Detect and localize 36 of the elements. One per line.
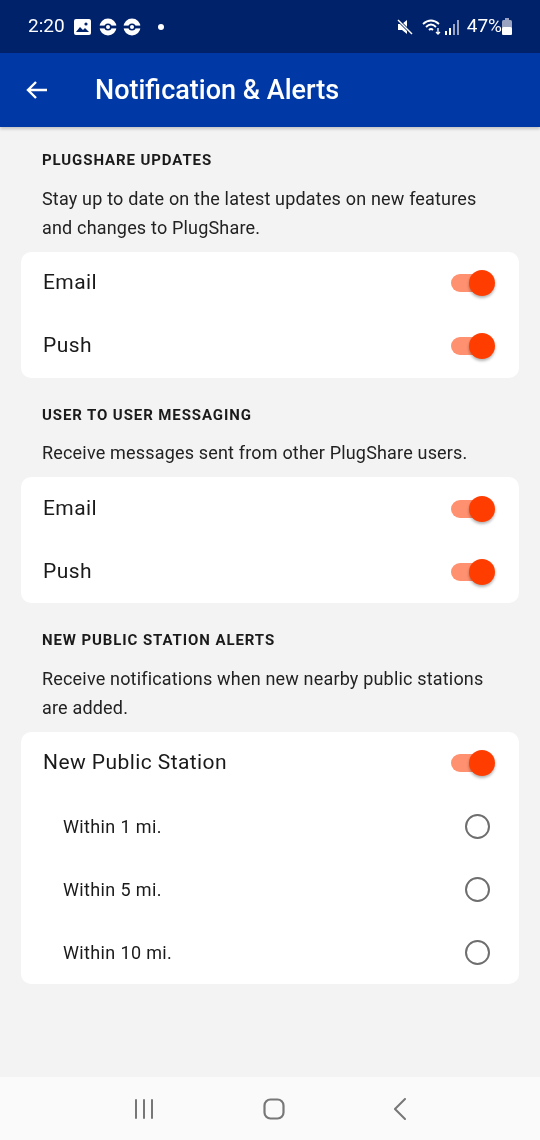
- status-time: 2:20: [28, 13, 65, 40]
- signal-icon: [444, 18, 459, 35]
- section-heading: USER TO USER MESSAGING: [42, 404, 253, 426]
- section-description: Stay up to date on the latest updates on new features and changes to PlugShare.: [42, 186, 478, 240]
- radio-button[interactable]: [465, 939, 490, 965]
- home-icon[interactable]: [263, 1097, 285, 1120]
- toggle-switch[interactable]: [451, 749, 495, 777]
- option-label: Push: [43, 557, 92, 585]
- section-description: Receive notifications when new nearby public stations are added.: [42, 666, 485, 720]
- wifi-icon: [421, 18, 442, 35]
- option-label: Email: [43, 269, 98, 297]
- option-label: Within 5 mi.: [63, 877, 162, 902]
- mute-icon: [396, 18, 413, 35]
- section-description: Receive messages sent from other PlugShare users.: [42, 441, 469, 465]
- image-icon: [73, 18, 91, 35]
- toggle-switch[interactable]: [451, 332, 495, 360]
- section-heading: NEW PUBLIC STATION ALERTS: [42, 630, 277, 651]
- option-label: New Public Station: [43, 749, 227, 777]
- toggle-switch[interactable]: [451, 494, 495, 523]
- option-label: Push: [43, 332, 92, 360]
- toggle-switch[interactable]: [451, 269, 495, 297]
- option-label: Email: [43, 494, 98, 522]
- radio-button[interactable]: [465, 813, 490, 839]
- back-icon[interactable]: [393, 1097, 406, 1120]
- option-label: Within 1 mi.: [63, 814, 162, 839]
- dot-icon: [157, 23, 164, 30]
- option-label: Within 10 mi.: [63, 940, 173, 965]
- battery-percent: 47%: [466, 13, 502, 40]
- section-heading: PLUGSHARE UPDATES: [42, 150, 214, 171]
- ball-icon: [122, 17, 141, 36]
- screen-title: Notification & Alerts: [95, 72, 340, 108]
- toggle-switch[interactable]: [451, 557, 495, 586]
- recent-apps-icon[interactable]: [134, 1098, 155, 1119]
- radio-button[interactable]: [465, 876, 490, 902]
- battery-icon: [502, 18, 512, 35]
- ball-icon: [98, 17, 117, 36]
